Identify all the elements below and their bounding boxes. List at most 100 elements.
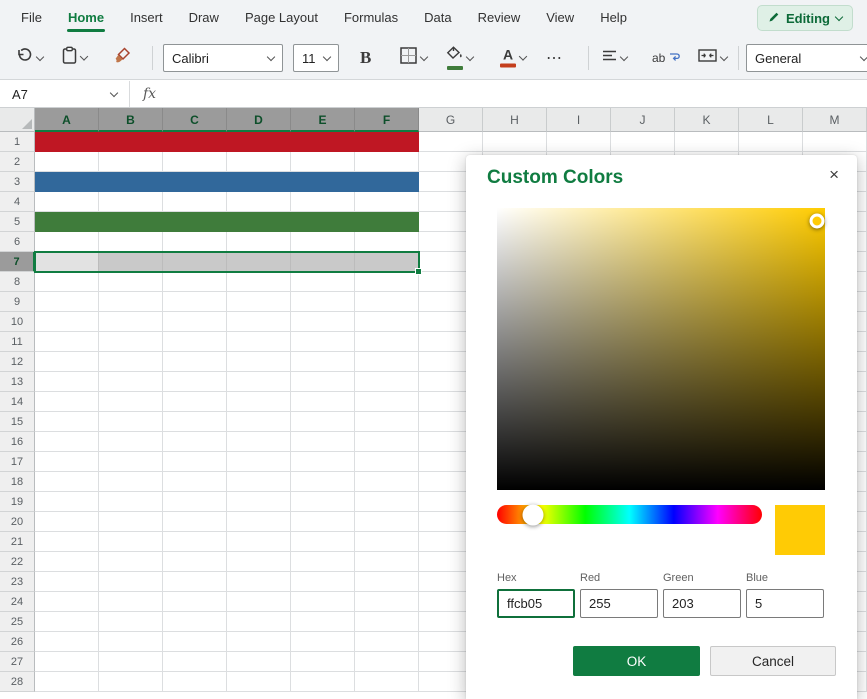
cancel-button[interactable]: Cancel (710, 646, 836, 676)
cell-C2[interactable] (163, 152, 227, 172)
cell-E23[interactable] (291, 572, 355, 592)
cell-A15[interactable] (35, 412, 99, 432)
green-input[interactable] (663, 589, 741, 618)
cell-F14[interactable] (355, 392, 419, 412)
cell-A17[interactable] (35, 452, 99, 472)
row-header-22[interactable]: 22 (0, 552, 35, 572)
cell-B19[interactable] (99, 492, 163, 512)
cell-B13[interactable] (99, 372, 163, 392)
cell-F19[interactable] (355, 492, 419, 512)
cell-F18[interactable] (355, 472, 419, 492)
cell-E7[interactable] (291, 252, 355, 272)
cell-C18[interactable] (163, 472, 227, 492)
cell-C20[interactable] (163, 512, 227, 532)
cell-M1[interactable] (803, 132, 867, 152)
merge-cells-button[interactable] (698, 49, 727, 67)
cell-B16[interactable] (99, 432, 163, 452)
cell-B24[interactable] (99, 592, 163, 612)
row-header-21[interactable]: 21 (0, 532, 35, 552)
cell-D21[interactable] (227, 532, 291, 552)
cell-F25[interactable] (355, 612, 419, 632)
cell-F22[interactable] (355, 552, 419, 572)
cell-A10[interactable] (35, 312, 99, 332)
tab-formulas[interactable]: Formulas (331, 0, 411, 36)
cell-C25[interactable] (163, 612, 227, 632)
number-format-select[interactable]: General (746, 44, 867, 72)
cell-E15[interactable] (291, 412, 355, 432)
fx-icon[interactable]: fx (130, 86, 169, 102)
cell-A18[interactable] (35, 472, 99, 492)
format-painter-button[interactable] (114, 47, 131, 69)
row-header-26[interactable]: 26 (0, 632, 35, 652)
cell-D9[interactable] (227, 292, 291, 312)
cell-I1[interactable] (547, 132, 611, 152)
cell-A9[interactable] (35, 292, 99, 312)
row-header-27[interactable]: 27 (0, 652, 35, 672)
cell-E22[interactable] (291, 552, 355, 572)
cell-A19[interactable] (35, 492, 99, 512)
cell-B8[interactable] (99, 272, 163, 292)
cell-G1[interactable] (419, 132, 483, 152)
row-header-4[interactable]: 4 (0, 192, 35, 212)
cell-B4[interactable] (99, 192, 163, 212)
row-header-16[interactable]: 16 (0, 432, 35, 452)
font-size-select[interactable]: 11 (293, 44, 339, 72)
column-header-E[interactable]: E (291, 108, 355, 132)
cell-J1[interactable] (611, 132, 675, 152)
cell-F5[interactable] (355, 212, 419, 232)
red-input[interactable] (580, 589, 658, 618)
cell-F9[interactable] (355, 292, 419, 312)
column-header-G[interactable]: G (419, 108, 483, 132)
row-header-8[interactable]: 8 (0, 272, 35, 292)
editing-mode-button[interactable]: Editing (757, 5, 853, 31)
cell-D4[interactable] (227, 192, 291, 212)
saturation-value-picker[interactable] (497, 208, 825, 490)
column-header-A[interactable]: A (35, 108, 99, 132)
cell-D22[interactable] (227, 552, 291, 572)
cell-D3[interactable] (227, 172, 291, 192)
cell-E18[interactable] (291, 472, 355, 492)
cell-C15[interactable] (163, 412, 227, 432)
cell-B17[interactable] (99, 452, 163, 472)
cell-E2[interactable] (291, 152, 355, 172)
select-all-corner[interactable] (0, 108, 35, 132)
cell-C19[interactable] (163, 492, 227, 512)
cell-B7[interactable] (99, 252, 163, 272)
cell-F16[interactable] (355, 432, 419, 452)
tab-view[interactable]: View (533, 0, 587, 36)
cell-A25[interactable] (35, 612, 99, 632)
cell-B18[interactable] (99, 472, 163, 492)
cell-E3[interactable] (291, 172, 355, 192)
name-box[interactable]: A7 (0, 81, 130, 107)
cell-C28[interactable] (163, 672, 227, 692)
cell-D8[interactable] (227, 272, 291, 292)
sv-picker-knob[interactable] (809, 213, 824, 228)
row-header-7[interactable]: 7 (0, 252, 35, 272)
cell-E10[interactable] (291, 312, 355, 332)
row-header-14[interactable]: 14 (0, 392, 35, 412)
row-header-1[interactable]: 1 (0, 132, 35, 152)
cell-D23[interactable] (227, 572, 291, 592)
cell-D7[interactable] (227, 252, 291, 272)
cell-F3[interactable] (355, 172, 419, 192)
cell-B5[interactable] (99, 212, 163, 232)
row-header-2[interactable]: 2 (0, 152, 35, 172)
cell-E20[interactable] (291, 512, 355, 532)
cell-A2[interactable] (35, 152, 99, 172)
cell-B9[interactable] (99, 292, 163, 312)
row-header-25[interactable]: 25 (0, 612, 35, 632)
cell-F21[interactable] (355, 532, 419, 552)
cell-D2[interactable] (227, 152, 291, 172)
cell-C8[interactable] (163, 272, 227, 292)
cell-K1[interactable] (675, 132, 739, 152)
font-name-select[interactable]: Calibri (163, 44, 283, 72)
tab-draw[interactable]: Draw (176, 0, 232, 36)
column-header-K[interactable]: K (675, 108, 739, 132)
blue-input[interactable] (746, 589, 824, 618)
more-font-options-button[interactable]: ⋯ (546, 48, 563, 68)
cell-A23[interactable] (35, 572, 99, 592)
cell-C24[interactable] (163, 592, 227, 612)
cell-F17[interactable] (355, 452, 419, 472)
cell-B15[interactable] (99, 412, 163, 432)
cell-E26[interactable] (291, 632, 355, 652)
